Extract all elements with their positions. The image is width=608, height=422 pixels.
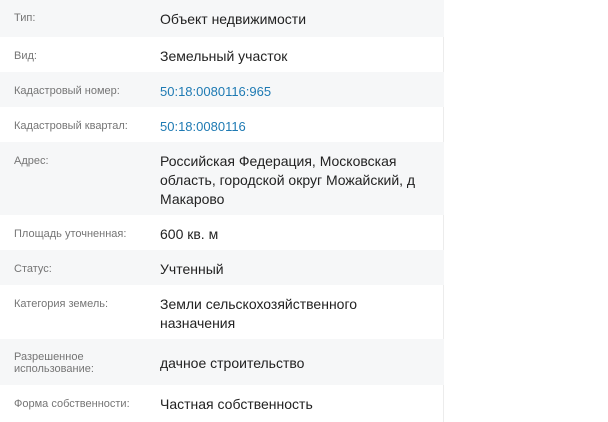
detail-row-address: Адрес: Российская Федерация, Московская …: [0, 142, 444, 215]
detail-row-land-category: Категория земель: Земли сельскохозяйстве…: [0, 285, 444, 339]
label-address: Адрес:: [14, 155, 49, 167]
label-status: Статус:: [14, 263, 52, 275]
label-type: Тип:: [14, 12, 36, 24]
label-land-category: Категория земель:: [14, 298, 109, 310]
detail-row-ownership: Форма собственности: Частная собственнос…: [0, 385, 444, 422]
label-area: Площадь уточненная:: [14, 228, 127, 240]
detail-row-cadastral-number: Кадастровый номер: 50:18:0080116:965: [0, 72, 444, 107]
label-permitted-use: Разрешенное использование:: [14, 351, 94, 375]
cadastral-quarter-link[interactable]: 50:18:0080116: [160, 117, 435, 136]
label-kind: Вид:: [14, 50, 37, 62]
value-area: 600 кв. м: [160, 226, 219, 242]
value-ownership: Частная собственность: [160, 396, 313, 412]
value-address: Российская Федерация, Московская область…: [160, 153, 416, 207]
value-land-category: Земли сельскохозяйственного назначения: [160, 296, 358, 331]
label-cadastral-number: Кадастровый номер:: [14, 85, 120, 97]
detail-row-kind: Вид: Земельный участок: [0, 37, 444, 72]
detail-row-permitted-use: Разрешенное использование: дачное строит…: [0, 339, 444, 385]
detail-row-area: Площадь уточненная: 600 кв. м: [0, 215, 444, 250]
detail-row-cadastral-quarter: Кадастровый квартал: 50:18:0080116: [0, 107, 444, 142]
detail-row-status: Статус: Учтенный: [0, 250, 444, 285]
value-status: Учтенный: [160, 261, 224, 277]
label-ownership: Форма собственности:: [14, 398, 130, 410]
property-details-panel: Тип: Объект недвижимости Вид: Земельный …: [0, 0, 444, 422]
label-cadastral-quarter: Кадастровый квартал:: [14, 120, 128, 132]
detail-row-type: Тип: Объект недвижимости: [0, 0, 444, 37]
cadastral-number-link[interactable]: 50:18:0080116:965: [160, 82, 435, 101]
value-type: Объект недвижимости: [160, 11, 307, 27]
value-kind: Земельный участок: [160, 48, 288, 64]
value-permitted-use: дачное строительство: [160, 355, 305, 371]
